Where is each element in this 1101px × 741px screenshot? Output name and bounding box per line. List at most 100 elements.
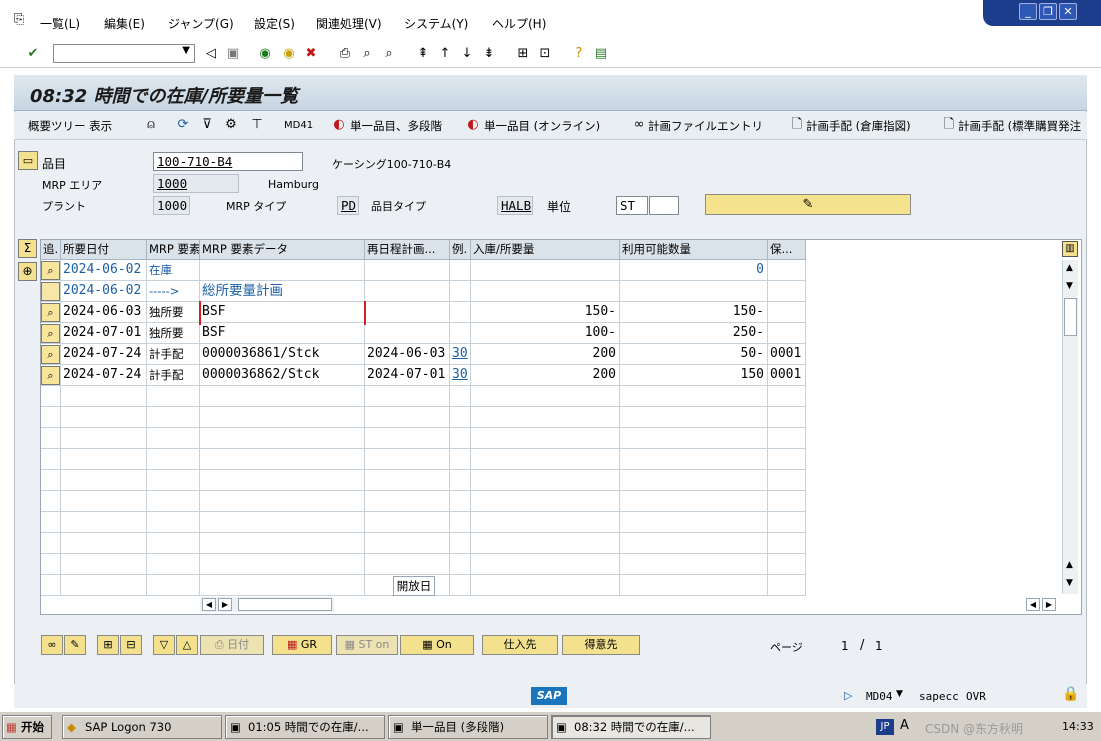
exit-icon[interactable]: ◉ bbox=[280, 45, 298, 63]
language-indicator[interactable]: JP bbox=[876, 719, 894, 735]
scroll-right-icon[interactable]: ▶ bbox=[1042, 598, 1056, 611]
col-header-storage[interactable]: 保... bbox=[768, 240, 806, 260]
row-detail-button[interactable]: ⌕ bbox=[41, 366, 60, 385]
gr-button[interactable]: ▦ GR bbox=[272, 635, 332, 655]
menu-list[interactable]: 一覧(L) bbox=[40, 15, 80, 32]
col-header-available[interactable]: 利用可能数量 bbox=[620, 240, 768, 260]
sum-icon[interactable]: Σ bbox=[18, 239, 37, 258]
col-header-add[interactable]: 追. bbox=[41, 240, 61, 260]
pencil-button[interactable]: ✎ bbox=[64, 635, 86, 655]
horizontal-scrollbar-left[interactable]: ◀ ▶ bbox=[200, 597, 334, 612]
taskbar-item-sap-logon[interactable]: ◆ SAP Logon 730 bbox=[62, 715, 222, 739]
row-detail-button[interactable]: ⌕ bbox=[41, 303, 60, 322]
scroll-right-icon[interactable]: ▶ bbox=[218, 598, 232, 611]
col-header-exception[interactable]: 例. bbox=[450, 240, 471, 260]
row-detail-button[interactable]: ⌕ bbox=[41, 324, 60, 343]
sort-up-button[interactable]: △ bbox=[176, 635, 198, 655]
enter-icon[interactable]: ✔ bbox=[24, 45, 42, 63]
row-blank-button[interactable] bbox=[41, 282, 60, 301]
row-detail-button[interactable]: ⌕ bbox=[41, 261, 60, 280]
start-button[interactable]: ▦ 开始 bbox=[2, 715, 52, 739]
plan-file-button[interactable]: 計画ファイルエントリ bbox=[648, 118, 763, 134]
menu-system[interactable]: システム(Y) bbox=[404, 15, 468, 32]
status-expand-icon[interactable]: ▷ bbox=[844, 689, 852, 702]
next-page-icon[interactable]: ↓ bbox=[458, 45, 476, 63]
refresh-icon[interactable]: ⟳ bbox=[174, 116, 192, 134]
filter-icon[interactable]: ⊽ bbox=[198, 116, 216, 134]
single-multi-button[interactable]: 単一品目、多段階 bbox=[350, 118, 442, 134]
menu-jump[interactable]: ジャンプ(G) bbox=[168, 15, 234, 32]
scroll-up-icon[interactable]: ▼ bbox=[1066, 281, 1073, 291]
layout-filter-icon[interactable]: ⊤ bbox=[248, 116, 266, 134]
col-header-receipt-req[interactable]: 入庫/所要量 bbox=[471, 240, 620, 260]
layout-icon[interactable]: ▤ bbox=[592, 45, 610, 63]
menu-edit[interactable]: 編集(E) bbox=[104, 15, 145, 32]
first-page-icon[interactable]: ⇞ bbox=[414, 45, 432, 63]
save-icon[interactable]: ▣ bbox=[224, 45, 242, 63]
new-session-icon[interactable]: ⊞ bbox=[514, 45, 532, 63]
grid-cell-qty bbox=[471, 449, 620, 470]
col-header-req-date[interactable]: 所要日付 bbox=[61, 240, 147, 260]
chevron-down-icon[interactable]: ▼ bbox=[896, 689, 903, 699]
vertical-scrollbar[interactable]: ▲ ▼ ▲ ▼ bbox=[1062, 260, 1078, 594]
customer-button[interactable]: 得意先 bbox=[562, 635, 640, 655]
expand-all-button[interactable]: ⊞ bbox=[97, 635, 119, 655]
menu-icon[interactable]: ⎘ bbox=[14, 12, 24, 27]
scroll-left-icon[interactable]: ◀ bbox=[1026, 598, 1040, 611]
expand-icon[interactable]: ⊕ bbox=[18, 262, 37, 281]
h-scroll-thumb[interactable] bbox=[238, 598, 332, 611]
on-button[interactable]: ▦ On bbox=[400, 635, 474, 655]
tree-toggle-button[interactable]: 概要ツリー 表示 bbox=[28, 118, 112, 134]
col-header-mrp-element[interactable]: MRP 要素 bbox=[147, 240, 200, 260]
edit-button[interactable]: ✎ bbox=[705, 194, 911, 215]
plan-order-warehouse-button[interactable]: 計画手配 (倉庫指図) bbox=[806, 118, 911, 134]
taskbar-item-window-2[interactable]: ▣ 単一品目 (多段階) bbox=[388, 715, 548, 739]
help-icon[interactable]: ? bbox=[570, 45, 588, 63]
scroll-up-icon[interactable]: ▲ bbox=[1066, 560, 1073, 570]
find-next-icon[interactable]: ⌕ bbox=[380, 45, 398, 63]
minimize-icon[interactable]: _ bbox=[1019, 3, 1037, 20]
scroll-down-icon[interactable]: ▼ bbox=[1066, 578, 1073, 588]
grid-cell-ex[interactable]: 30 bbox=[450, 344, 471, 365]
header-toggle-icon[interactable]: ▭ bbox=[18, 151, 38, 170]
date-button[interactable]: ⎙ 日付 bbox=[200, 635, 264, 655]
taskbar-item-window-1[interactable]: ▣ 01:05 時間での在庫/... bbox=[225, 715, 385, 739]
command-field[interactable]: ▼ bbox=[53, 44, 195, 63]
plan-order-standard-button[interactable]: 計画手配 (標準購買発注 bbox=[958, 118, 1081, 134]
shortcut-icon[interactable]: ⊡ bbox=[536, 45, 554, 63]
collapse-all-button[interactable]: ⊟ bbox=[120, 635, 142, 655]
scroll-up-icon[interactable]: ▲ bbox=[1066, 263, 1073, 273]
material-field[interactable]: 100-710-B4 bbox=[153, 152, 303, 171]
cancel-icon[interactable]: ✖ bbox=[302, 45, 320, 63]
ime-icon[interactable]: A bbox=[900, 718, 909, 733]
single-online-button[interactable]: 単一品目 (オンライン) bbox=[484, 118, 600, 134]
horizontal-scrollbar-right[interactable]: ◀ ▶ bbox=[1026, 597, 1060, 612]
previous-page-icon[interactable]: ↑ bbox=[436, 45, 454, 63]
settings-icon[interactable]: ⚙ bbox=[222, 116, 240, 134]
menu-related[interactable]: 関連処理(V) bbox=[316, 15, 382, 32]
col-header-mrp-element-data[interactable]: MRP 要素データ bbox=[200, 240, 365, 260]
find-icon[interactable]: ⌕ bbox=[358, 45, 376, 63]
print-icon[interactable]: ⎙ bbox=[336, 45, 354, 63]
st-on-button[interactable]: ▦ ST on bbox=[336, 635, 398, 655]
col-header-reschedule[interactable]: 再日程計画... bbox=[365, 240, 450, 260]
close-icon[interactable]: ✕ bbox=[1059, 3, 1077, 20]
back-arrow-icon[interactable]: ◁ bbox=[202, 45, 220, 63]
md41-button[interactable]: MD41 bbox=[284, 120, 313, 131]
menu-help[interactable]: ヘルプ(H) bbox=[492, 15, 546, 32]
restore-icon[interactable]: ❐ bbox=[1039, 3, 1057, 20]
chevron-down-icon[interactable]: ▼ bbox=[182, 45, 190, 56]
sort-down-button[interactable]: ▽ bbox=[153, 635, 175, 655]
row-detail-button[interactable]: ⌕ bbox=[41, 345, 60, 364]
glasses-button[interactable]: ∞ bbox=[41, 635, 63, 655]
vendor-button[interactable]: 仕入先 bbox=[482, 635, 558, 655]
scroll-thumb[interactable] bbox=[1064, 298, 1077, 336]
user-icon[interactable]: ⍝ bbox=[142, 116, 160, 134]
column-layout-icon[interactable]: ▥ bbox=[1062, 241, 1078, 257]
last-page-icon[interactable]: ⇟ bbox=[480, 45, 498, 63]
grid-cell-ex[interactable]: 30 bbox=[450, 365, 471, 386]
taskbar-item-window-3[interactable]: ▣ 08:32 時間での在庫/... bbox=[551, 715, 711, 739]
menu-settings[interactable]: 設定(S) bbox=[254, 15, 295, 32]
scroll-left-icon[interactable]: ◀ bbox=[202, 598, 216, 611]
back-icon[interactable]: ◉ bbox=[256, 45, 274, 63]
